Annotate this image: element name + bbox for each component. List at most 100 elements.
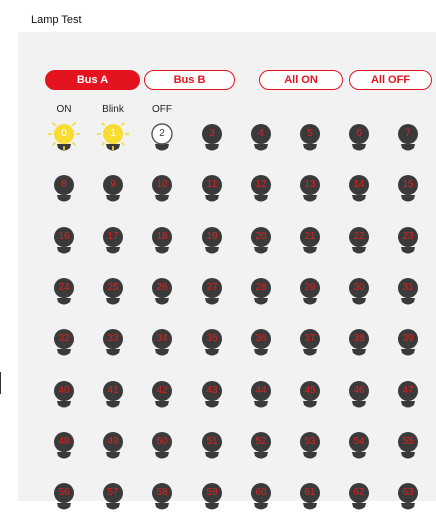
- lamp-20[interactable]: 20: [244, 219, 278, 271]
- lamp-36[interactable]: 36: [244, 321, 278, 373]
- lamp-1[interactable]: 1 Blink: [96, 104, 130, 168]
- lamp-0[interactable]: 0 ON: [47, 104, 81, 168]
- lamp-43[interactable]: 43: [195, 373, 229, 425]
- lamp-18[interactable]: 18: [145, 219, 179, 271]
- lamp-58[interactable]: 58: [145, 475, 179, 527]
- lamp-number: 13: [304, 179, 316, 190]
- lamp-26[interactable]: 26: [145, 270, 179, 322]
- lamp-number: 35: [206, 333, 218, 344]
- lamp-6[interactable]: 6: [342, 116, 376, 168]
- lamp-17[interactable]: 17: [96, 219, 130, 271]
- bus-b-button[interactable]: Bus B: [144, 70, 235, 90]
- lamp-base: [205, 195, 219, 202]
- lamp-base: [106, 401, 120, 408]
- lamp-7[interactable]: 7: [391, 116, 425, 168]
- lamp-11[interactable]: 11: [195, 167, 229, 219]
- lamp-61[interactable]: 61: [293, 475, 327, 527]
- lamp-29[interactable]: 29: [293, 270, 327, 322]
- lamp-15[interactable]: 15: [391, 167, 425, 219]
- lamp-44[interactable]: 44: [244, 373, 278, 425]
- lamp-35[interactable]: 35: [195, 321, 229, 373]
- lamp-number: 45: [304, 385, 316, 396]
- lamp-4[interactable]: 4: [244, 116, 278, 168]
- lamp-50[interactable]: 50: [145, 424, 179, 476]
- lamp-25[interactable]: 25: [96, 270, 130, 322]
- lamp-10[interactable]: 10: [145, 167, 179, 219]
- lamp-27[interactable]: 27: [195, 270, 229, 322]
- lamp-62[interactable]: 62: [342, 475, 376, 527]
- lamp-60[interactable]: 60: [244, 475, 278, 527]
- lamp-19[interactable]: 19: [195, 219, 229, 271]
- bus-a-button[interactable]: Bus A: [45, 70, 140, 90]
- lamp-54[interactable]: 54: [342, 424, 376, 476]
- lamp-38[interactable]: 38: [342, 321, 376, 373]
- lamp-14[interactable]: 14: [342, 167, 376, 219]
- lamp-number: 10: [156, 179, 168, 190]
- lamp-30[interactable]: 30: [342, 270, 376, 322]
- lamp-21[interactable]: 21: [293, 219, 327, 271]
- lamp-state-caption: Blink: [102, 104, 124, 115]
- lamp-base: [57, 503, 71, 510]
- lamp-number: 6: [356, 128, 362, 139]
- lamp-number: 4: [258, 128, 264, 139]
- lamp-51[interactable]: 51: [195, 424, 229, 476]
- lamp-base: [303, 503, 317, 510]
- lamp-59[interactable]: 59: [195, 475, 229, 527]
- lamp-number: 20: [255, 231, 267, 242]
- lamp-31[interactable]: 31: [391, 270, 425, 322]
- lamp-53[interactable]: 53: [293, 424, 327, 476]
- lamp-base: [106, 349, 120, 356]
- lamp-5[interactable]: 5: [293, 116, 327, 168]
- lamp-41[interactable]: 41: [96, 373, 130, 425]
- lamp-number: 61: [304, 487, 316, 498]
- lamp-48[interactable]: 48: [47, 424, 81, 476]
- lamp-base: [303, 349, 317, 356]
- lamp-49[interactable]: 49: [96, 424, 130, 476]
- lamp-42[interactable]: 42: [145, 373, 179, 425]
- all-on-button[interactable]: All ON: [259, 70, 343, 90]
- lamp-24[interactable]: 24: [47, 270, 81, 322]
- lamp-39[interactable]: 39: [391, 321, 425, 373]
- lamp-number: 37: [304, 333, 316, 344]
- lamp-3[interactable]: 3: [195, 116, 229, 168]
- lamp-28[interactable]: 28: [244, 270, 278, 322]
- lamp-46[interactable]: 46: [342, 373, 376, 425]
- lamp-number: 54: [353, 436, 365, 447]
- lamp-number: 3: [209, 128, 215, 139]
- lamp-base: [254, 503, 268, 510]
- window-title: Lamp Test: [31, 14, 82, 26]
- lamp-number: 50: [156, 436, 168, 447]
- lamp-13[interactable]: 13: [293, 167, 327, 219]
- lamp-12[interactable]: 12: [244, 167, 278, 219]
- lamp-9[interactable]: 9: [96, 167, 130, 219]
- lamp-16[interactable]: 16: [47, 219, 81, 271]
- lamp-base: [106, 195, 120, 202]
- lamp-52[interactable]: 52: [244, 424, 278, 476]
- lamp-45[interactable]: 45: [293, 373, 327, 425]
- lamp-63[interactable]: 63: [391, 475, 425, 527]
- lamp-base: [401, 349, 415, 356]
- lamp-state-caption: ON: [56, 104, 72, 115]
- all-off-button[interactable]: All OFF: [349, 70, 432, 90]
- lamp-33[interactable]: 33: [96, 321, 130, 373]
- lamp-number: 40: [58, 385, 70, 396]
- lamp-32[interactable]: 32: [47, 321, 81, 373]
- lamp-base: [155, 144, 169, 151]
- lamp-base: [254, 195, 268, 202]
- lamp-40[interactable]: 40: [47, 373, 81, 425]
- lamp-base: [401, 247, 415, 254]
- lamp-number: 39: [402, 333, 414, 344]
- lamp-37[interactable]: 37: [293, 321, 327, 373]
- lamp-34[interactable]: 34: [145, 321, 179, 373]
- lamp-8[interactable]: 8: [47, 167, 81, 219]
- lamp-55[interactable]: 55: [391, 424, 425, 476]
- lamp-56[interactable]: 56: [47, 475, 81, 527]
- lamp-22[interactable]: 22: [342, 219, 376, 271]
- lamp-number: 48: [58, 436, 70, 447]
- lamp-2[interactable]: 2 OFF: [145, 104, 179, 168]
- lamp-47[interactable]: 47: [391, 373, 425, 425]
- lamp-number: 33: [107, 333, 119, 344]
- lamp-57[interactable]: 57: [96, 475, 130, 527]
- lamp-number: 49: [107, 436, 119, 447]
- lamp-23[interactable]: 23: [391, 219, 425, 271]
